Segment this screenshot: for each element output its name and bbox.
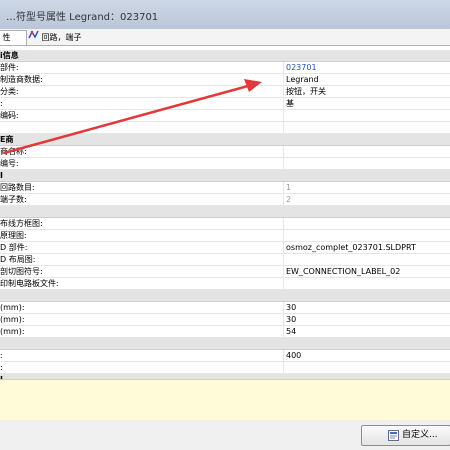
customize-icon — [388, 430, 399, 449]
customize-button-label: 自定义... — [402, 430, 438, 440]
notes-area[interactable] — [0, 379, 450, 420]
customize-button[interactable]: 自定义... — [361, 425, 450, 446]
bottom-bar: 自定义... — [0, 420, 450, 450]
